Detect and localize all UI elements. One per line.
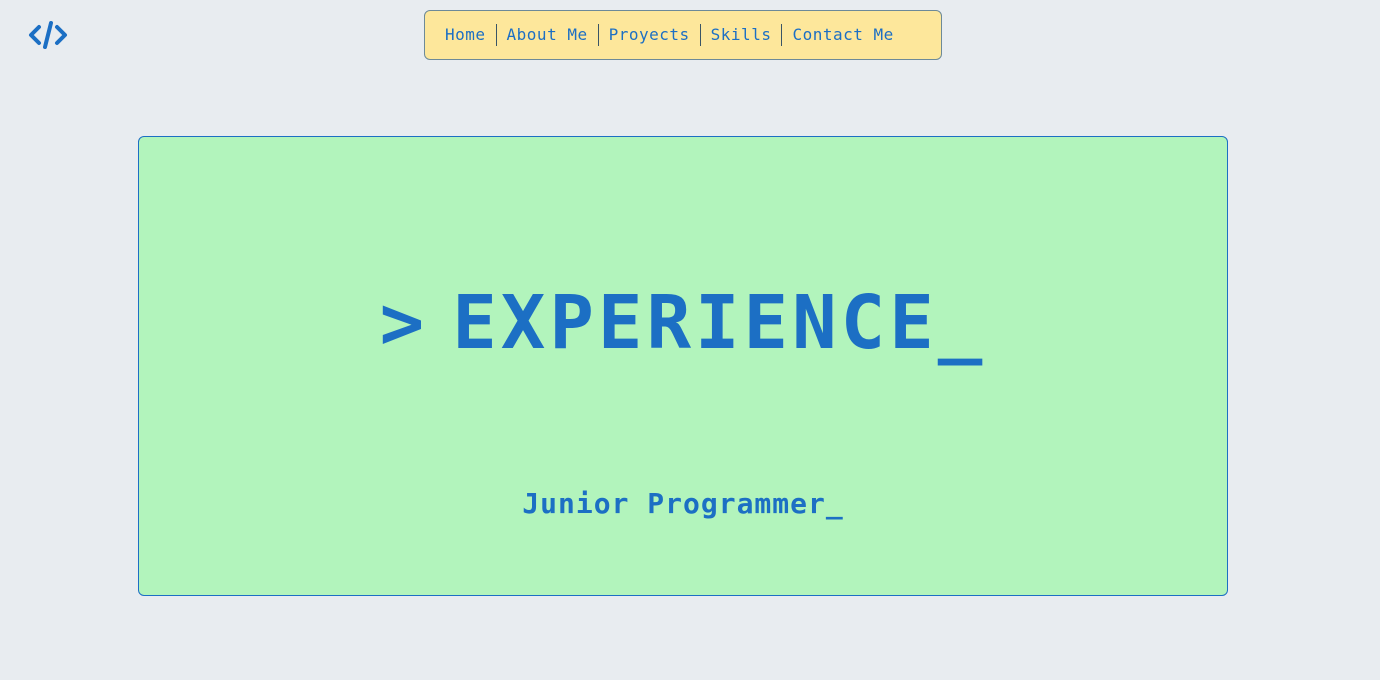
hero-panel: > EXPERIENCE_ Junior Programmer_ <box>138 136 1228 596</box>
logo-code-icon[interactable] <box>26 18 70 52</box>
nav-skills[interactable]: Skills <box>701 24 782 46</box>
nav-contact-me[interactable]: Contact Me <box>782 24 903 46</box>
prompt-chevron: > <box>379 280 429 366</box>
nav-home[interactable]: Home <box>435 24 496 46</box>
hero-subtitle: Junior Programmer_ <box>522 487 844 520</box>
hero-title: > EXPERIENCE_ <box>139 283 1227 363</box>
code-brackets-icon <box>29 21 67 49</box>
hero-title-text: EXPERIENCE_ <box>452 280 987 366</box>
nav-about-me[interactable]: About Me <box>497 24 598 46</box>
nav-projects[interactable]: Proyects <box>599 24 700 46</box>
main-nav: Home About Me Proyects Skills Contact Me <box>424 10 942 60</box>
